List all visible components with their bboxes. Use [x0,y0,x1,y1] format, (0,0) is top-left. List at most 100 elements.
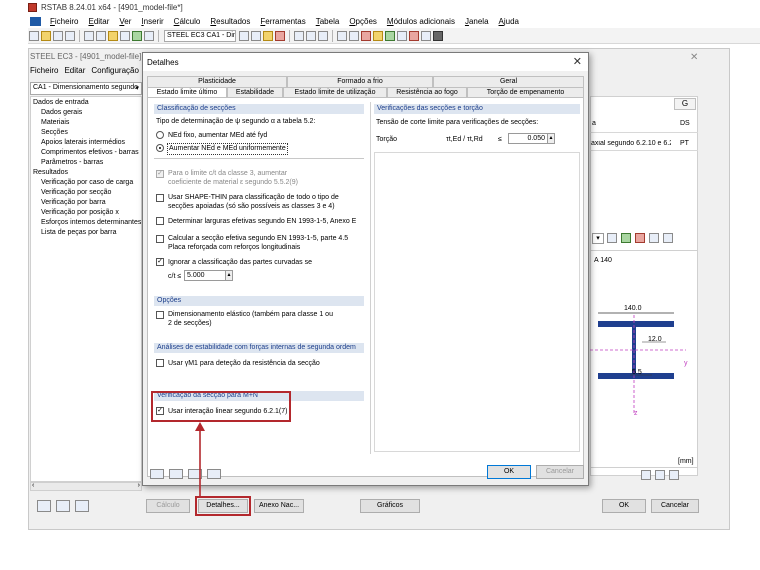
render-icon[interactable] [337,30,347,41]
edit-icon[interactable] [108,30,118,41]
dialog-ok-button[interactable]: OK [487,465,531,479]
dialog-help-icon[interactable] [150,469,164,479]
view-x-icon[interactable] [306,30,316,41]
load-icon[interactable] [361,30,371,41]
tree-item[interactable]: Parâmetros - barras [33,158,139,168]
tree-item[interactable]: Verificação por secção [33,188,139,198]
module-cancel-button[interactable]: Cancelar [651,499,699,513]
settings-icon[interactable] [75,500,89,512]
dialog-load-icon[interactable] [169,469,183,479]
zoom-icon[interactable] [120,30,130,41]
export-icon[interactable] [56,500,70,512]
new-file-icon[interactable] [29,30,39,41]
torsion-limit-input[interactable]: 0.050 [508,133,548,144]
menu-addons[interactable]: Módulos adicionais [387,17,455,26]
checkbox-ignore-curved[interactable] [156,258,164,266]
scroll-right-icon[interactable]: › [138,482,140,489]
menu-tools[interactable]: Ferramentas [260,17,305,26]
torsion-spinner-icon[interactable]: ▴ [547,133,555,144]
print-icon[interactable] [65,30,75,41]
dialog-cancel-button[interactable]: Cancelar [536,465,584,479]
support-icon[interactable] [397,30,407,41]
tree-item[interactable]: Esforços internos determinantes [33,218,141,228]
checkbox-gamma-m1[interactable] [156,359,164,367]
member-icon[interactable] [385,30,395,41]
graphics-button[interactable]: Gráficos [360,499,420,513]
menu-results[interactable]: Resultados [210,17,250,26]
next-icon[interactable] [251,30,261,41]
help-icon[interactable] [37,500,51,512]
design-case-select[interactable]: CA1 - Dimensionamento segundo ▾ [30,82,142,95]
open-folder-icon[interactable] [41,30,51,41]
more-icon[interactable] [433,30,443,41]
view-y-icon[interactable] [318,30,328,41]
graphic-results-icon[interactable] [607,233,617,243]
tree-item[interactable]: Resultados [33,168,139,178]
ct-spinner-icon[interactable]: ▴ [225,270,233,281]
tab-general[interactable]: Geral [433,76,584,87]
graphic-section-icon[interactable] [621,233,631,243]
ct-input[interactable]: 5.000 [184,270,226,281]
tree-item[interactable]: Secções [33,128,139,138]
graphic-info-icon[interactable] [649,233,659,243]
checkbox-effective-widths[interactable] [156,217,164,225]
model-icon[interactable] [132,30,142,41]
menu-app-icon[interactable] [30,16,41,26]
graphic-combo-arrow-icon[interactable]: ▾ [592,233,604,244]
previous-icon[interactable] [239,30,249,41]
node-icon[interactable] [373,30,383,41]
menu-view[interactable]: Ver [119,17,131,26]
section-icon[interactable] [349,30,359,41]
table-icon[interactable] [144,30,154,41]
tree-item[interactable]: Apoios laterais intermédios [33,138,139,148]
tree-item[interactable]: Materiais [33,118,139,128]
graphic-view-icon[interactable] [663,233,673,243]
menu-table[interactable]: Tabela [316,17,340,26]
calculate-button[interactable]: Cálculo [146,499,190,513]
checkbox-elastic-design[interactable] [156,311,164,319]
menu-help[interactable]: Ajuda [499,17,519,26]
measure-icon[interactable] [421,30,431,41]
module-case-select[interactable]: STEEL EC3 CA1 - Dimensioı [164,29,236,42]
tab-plasticity[interactable]: Plasticidade [147,76,287,87]
save-icon[interactable] [53,30,63,41]
scroll-left-icon[interactable]: ‹ [32,482,34,489]
delete-icon[interactable] [409,30,419,41]
close-icon[interactable]: ✕ [573,55,582,68]
view-iso-icon[interactable] [294,30,304,41]
menu-window[interactable]: Janela [465,17,489,26]
dialog-default-icon[interactable] [207,469,221,479]
radio-ned-fixed[interactable] [156,131,164,139]
tree-item[interactable]: Verificação por caso de carga [33,178,139,188]
module-menu-file[interactable]: Ficheiro [30,66,58,75]
tree-item[interactable]: Lista de peças por barra [33,228,139,238]
tree-item[interactable]: Dados gerais [33,108,139,118]
checkbox-shape-thin[interactable] [156,194,164,202]
module-menu-settings[interactable]: Configuração [91,66,139,75]
menu-options[interactable]: Opções [349,17,377,26]
national-annex-button[interactable]: Anexo Nac... [254,499,304,513]
undo-icon[interactable] [84,30,94,41]
tab-cold-formed[interactable]: Formado a frio [287,76,433,87]
module-menu-edit[interactable]: Editar [64,66,85,75]
checkbox-effective-section[interactable] [156,235,164,243]
menu-edit[interactable]: Editar [88,17,109,26]
module-ok-button[interactable]: OK [602,499,646,513]
radio-increase-uniform[interactable] [156,144,164,152]
tree-item[interactable]: Verificação por posição x [33,208,139,218]
results-icon[interactable] [263,30,273,41]
zoom-graphic-icon[interactable] [669,470,679,480]
tree-item[interactable]: Dados de entrada [33,98,139,108]
graphic-stress-icon[interactable] [635,233,645,243]
redo-icon[interactable] [96,30,106,41]
menu-calculate[interactable]: Cálculo [174,17,201,26]
menu-file[interactable]: Ficheiro [50,17,78,26]
module-close-icon[interactable]: ✕ [690,52,698,63]
tree-item[interactable]: Comprimentos efetivos - barras [33,148,139,158]
navigator-horizontal-scrollbar[interactable]: ‹ › [30,482,142,491]
fit-graphic-icon[interactable] [655,470,665,480]
values-icon[interactable] [275,30,285,41]
checkbox-class3-increase[interactable] [156,170,164,178]
menu-insert[interactable]: Inserir [141,17,163,26]
print-graphic-icon[interactable] [641,470,651,480]
